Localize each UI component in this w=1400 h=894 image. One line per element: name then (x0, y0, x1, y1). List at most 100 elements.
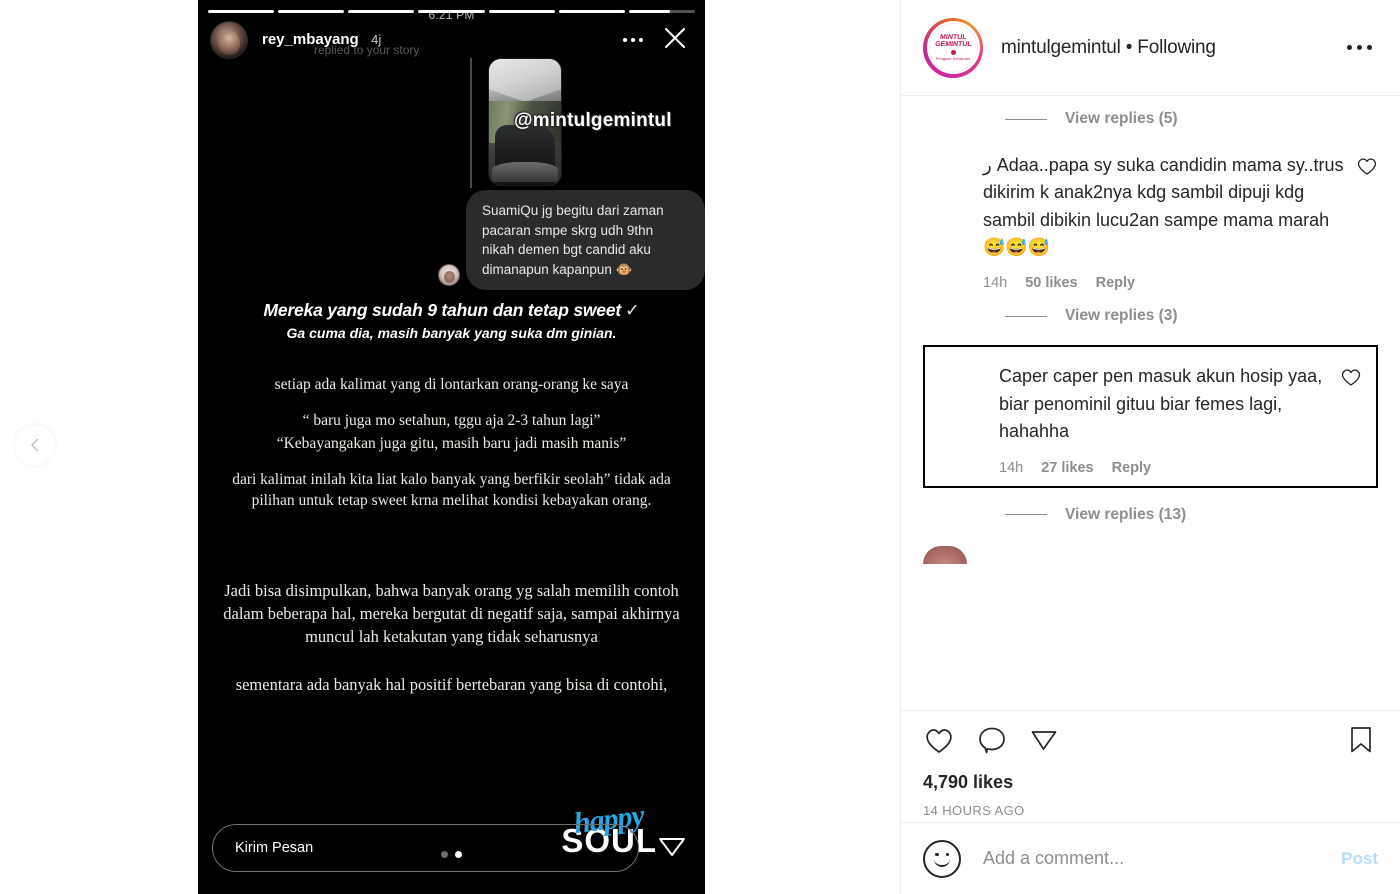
comment-reply-button[interactable]: Reply (1112, 460, 1152, 476)
save-post-button[interactable] (1348, 725, 1374, 760)
avatar-logo-subtitle: Pengkuir Keharuan (935, 57, 971, 62)
account-avatar-logo: MINTUL GEMINTUL Pengkuir Keharuan (928, 23, 978, 72)
story-header-text: rey_mbayang 4j replied to your story (262, 31, 623, 57)
send-message-input[interactable]: Kirim Pesan (212, 824, 639, 872)
progress-fill (208, 10, 275, 13)
heart-icon (926, 729, 952, 753)
avatar-logo-dot-icon (950, 50, 956, 56)
story-author-avatar[interactable] (210, 21, 248, 59)
story-title-block: Mereka yang sudah 9 tahun dan tetap swee… (218, 300, 685, 341)
story-card[interactable]: 6:21 PM rey_mbayang 4j replied to your s… (198, 0, 705, 894)
avatar-logo-line1: MINTUL (939, 33, 967, 41)
story-reply-message-row: SuamiQu jg begitu dari zaman pacaran smp… (438, 190, 705, 291)
story-progress-segment-1[interactable] (278, 10, 345, 13)
bookmark-icon (1351, 727, 1371, 753)
comment-bubble-icon (979, 727, 1005, 754)
reply-quote-bar (470, 58, 472, 188)
progress-fill (278, 10, 345, 13)
avatar-logo-line2: GEMINTUL (934, 40, 972, 48)
comment-meta: 14h 27 likes Reply (999, 460, 1330, 476)
view-replies-line (1005, 118, 1047, 120)
heart-outline-icon (1341, 369, 1361, 387)
story-title-line2: Ga cuma dia, masih banyak yang suka dm g… (286, 325, 617, 341)
share-post-button[interactable] (1029, 725, 1059, 760)
story-progress-segment-5[interactable] (558, 10, 625, 13)
thumbnail-dashboard-layer (491, 162, 559, 183)
story-body-line-0: setiap ada kalimat yang di lontarkan ora… (274, 376, 629, 393)
comment-post-button[interactable] (977, 725, 1007, 760)
story-progress-segment-6[interactable] (628, 10, 695, 13)
story-body2-line-0: Jadi bisa disimpulkan, bahwa banyak oran… (223, 581, 680, 646)
story-more-options-icon[interactable] (623, 38, 643, 42)
post-detail-panel: MINTUL GEMINTUL Pengkuir Keharuan mintul… (900, 0, 1400, 894)
emoji-eye-right (945, 852, 949, 856)
comment-body: ر Adaa..papa sy suka candidin mama sy..t… (983, 152, 1346, 291)
comment-likes[interactable]: 50 likes (1025, 275, 1077, 291)
view-replies-label: View replies (3) (1065, 307, 1178, 325)
progress-fill (628, 10, 670, 13)
comment-like-button[interactable] (1356, 152, 1378, 181)
next-commenter-avatar-partial (923, 545, 967, 564)
view-replies-top[interactable]: View replies (5) (923, 96, 1378, 142)
view-replies-comment-1[interactable]: View replies (3) (923, 293, 1378, 339)
story-title-line1: Mereka yang sudah 9 tahun dan tetap swee… (218, 300, 685, 321)
view-replies-line (1005, 315, 1047, 317)
story-title-line1-text: Mereka yang sudah 9 tahun dan tetap swee… (263, 300, 622, 320)
post-account-title[interactable]: mintulgemintul • Following (1001, 37, 1347, 59)
story-bottom-bar: Kirim Pesan (212, 824, 691, 872)
add-comment-input[interactable]: Add a comment... (983, 848, 1341, 869)
previous-story-button[interactable] (15, 425, 55, 465)
comment-item[interactable]: ر Adaa..papa sy suka candidin mama sy..t… (923, 142, 1378, 293)
comment-item-highlighted[interactable]: Caper caper pen masuk akun hosip yaa, bi… (923, 345, 1378, 488)
instagram-story-and-post-view: 6:21 PM rey_mbayang 4j replied to your s… (0, 0, 1400, 894)
send-paper-plane-icon (659, 837, 685, 856)
comment-likes[interactable]: 27 likes (1041, 460, 1093, 476)
message-sender-avatar (438, 264, 460, 287)
story-header-actions (623, 24, 695, 57)
view-replies-line (1005, 514, 1047, 516)
share-paper-plane-icon (1031, 731, 1057, 750)
comment-text: Caper caper pen masuk akun hosip yaa, bi… (999, 366, 1323, 442)
story-stage: 6:21 PM rey_mbayang 4j replied to your s… (0, 0, 900, 894)
story-header: rey_mbayang 4j replied to your story (210, 20, 695, 60)
post-comment-button[interactable]: Post (1341, 849, 1378, 869)
story-body-line-3: dari kalimat inilah kita liat kalo banya… (232, 471, 671, 509)
comment-body: Caper caper pen masuk akun hosip yaa, bi… (999, 363, 1330, 475)
close-icon (664, 27, 686, 48)
emoji-mouth (934, 859, 950, 867)
story-mention-sticker[interactable]: @mintulgemintul (514, 110, 672, 132)
story-progress-segment-0[interactable] (208, 10, 275, 13)
progress-fill (418, 10, 485, 13)
comment-like-button[interactable] (1340, 363, 1362, 392)
avatar-inner-white: MINTUL GEMINTUL Pengkuir Keharuan (926, 21, 980, 74)
comment-reply-button[interactable]: Reply (1096, 275, 1136, 291)
progress-fill (558, 10, 625, 13)
post-timestamp: 14 HOURS AGO (923, 803, 1025, 818)
comment-meta: 14h 50 likes Reply (983, 275, 1346, 291)
story-progress-segment-3[interactable] (418, 10, 485, 13)
view-replies-comment-2[interactable]: View replies (13) (923, 492, 1378, 538)
emoji-eye-left (935, 852, 939, 856)
story-body-text-bottom: Jadi bisa disimpulkan, bahwa banyak oran… (210, 580, 693, 723)
story-progress-segment-4[interactable] (488, 10, 555, 13)
heart-outline-icon (1357, 158, 1377, 175)
story-body-line-2: “Kebayangakan juga gitu, masih baru jadi… (276, 434, 627, 452)
comment-text: ر Adaa..papa sy suka candidin mama sy..t… (983, 155, 1344, 258)
close-story-button[interactable] (661, 24, 689, 57)
like-post-button[interactable] (923, 725, 955, 760)
story-replied-label: replied to your story (314, 43, 420, 57)
story-progress-segment-2[interactable] (348, 10, 415, 13)
view-replies-top-label: View replies (5) (1065, 110, 1178, 127)
comment-time: 14h (983, 275, 1008, 292)
post-more-options-icon[interactable] (1347, 45, 1378, 50)
post-header: MINTUL GEMINTUL Pengkuir Keharuan mintul… (901, 0, 1400, 96)
emoji-picker-icon[interactable] (923, 839, 961, 878)
post-likes-count[interactable]: 4,790 likes (923, 772, 1378, 793)
view-replies-label: View replies (13) (1065, 505, 1187, 523)
story-progress-bars (208, 10, 695, 13)
comment-time: 14h (999, 459, 1024, 476)
comments-list[interactable]: View replies (5) ر Adaa..papa sy suka ca… (901, 96, 1400, 710)
story-reply-message: SuamiQu jg begitu dari zaman pacaran smp… (466, 190, 705, 291)
send-message-button[interactable] (653, 827, 691, 870)
account-avatar-ring[interactable]: MINTUL GEMINTUL Pengkuir Keharuan (923, 17, 983, 78)
